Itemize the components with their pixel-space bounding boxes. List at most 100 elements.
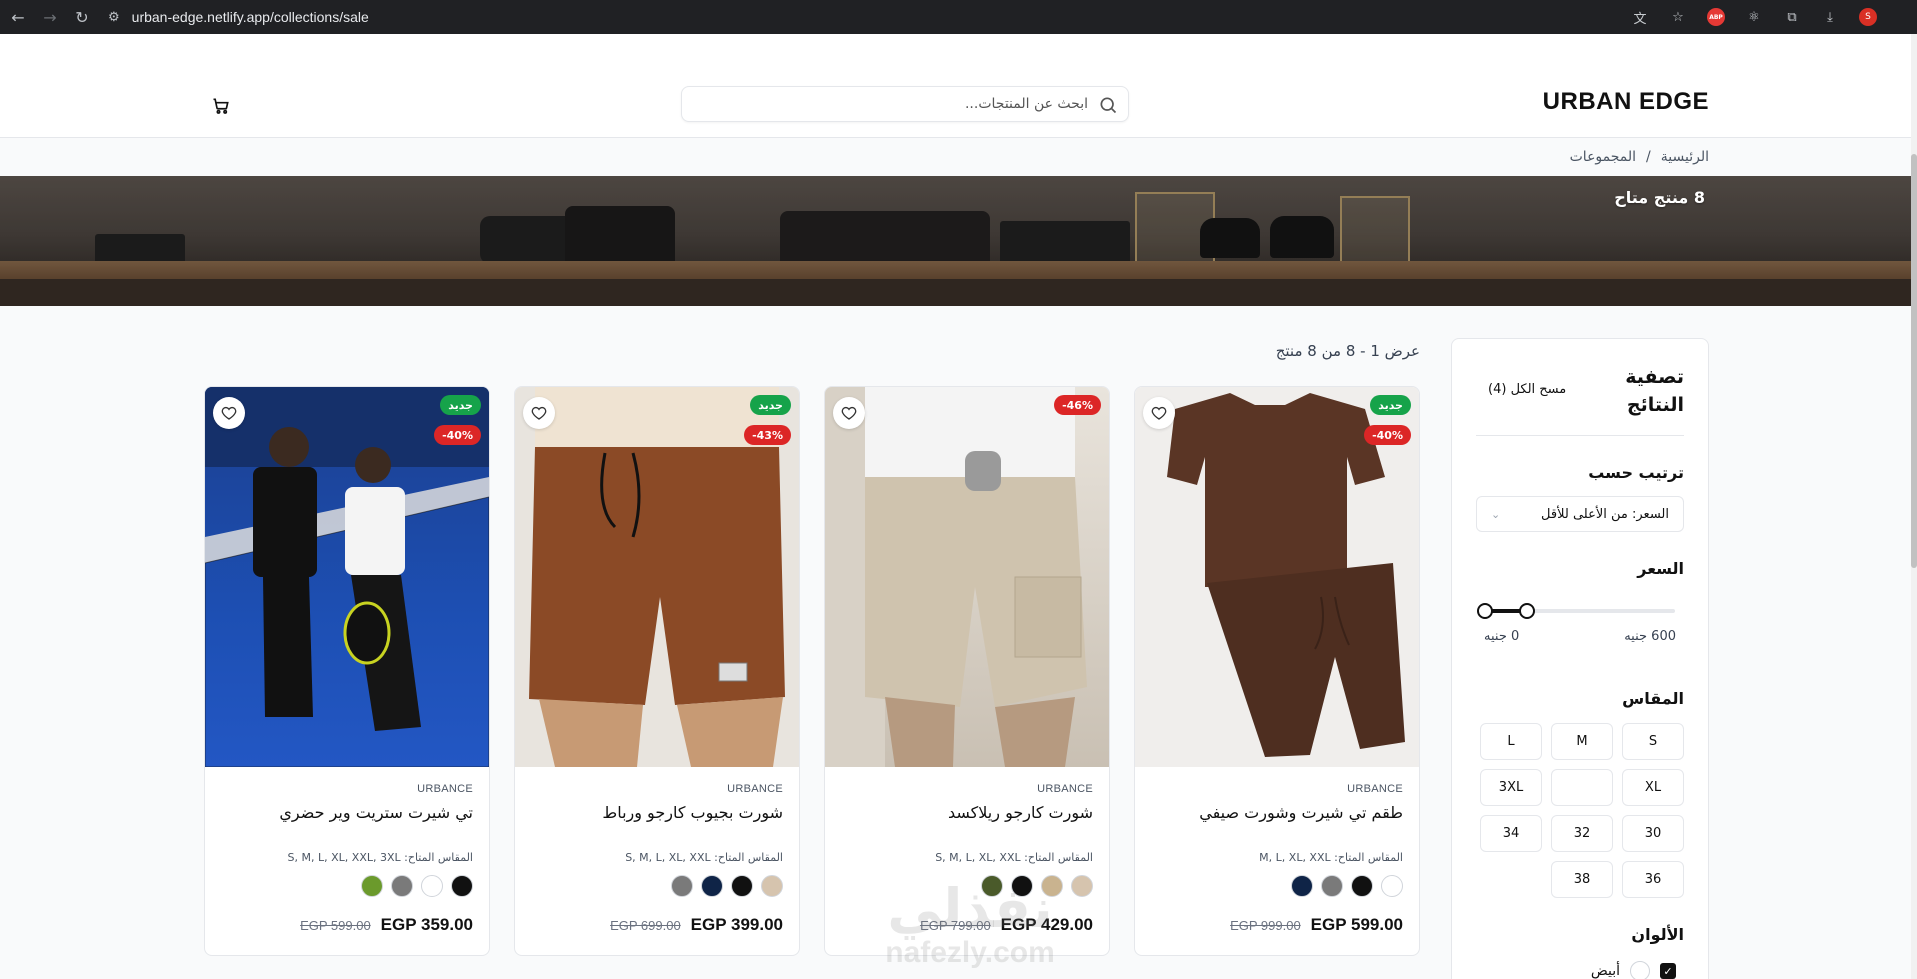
adblock-icon[interactable]: ABP (1707, 8, 1725, 26)
product-name[interactable]: تي شيرت ستريت وير حضري (279, 803, 473, 822)
site-logo[interactable]: URBAN EDGE (1543, 88, 1709, 116)
product-prices: EGP 429.00 EGP 799.00 (920, 915, 1093, 935)
translate-icon[interactable]: 文 (1631, 8, 1649, 27)
filter-divider (1476, 435, 1684, 436)
hero-banner: 8 منتج متاح (0, 176, 1913, 306)
color-white-label: أبيض (1590, 963, 1620, 979)
heart-icon[interactable] (833, 397, 865, 429)
size-option[interactable]: 36 (1622, 861, 1684, 898)
size-options: S M L XL 3XL 30 32 34 36 38 (1476, 723, 1684, 898)
color-swatch[interactable] (361, 875, 383, 897)
react-devtools-icon[interactable]: ⚛ (1745, 8, 1763, 26)
extensions-area: 文 ☆ ABP ⚛ ⧉ ⤓ S (1631, 0, 1877, 34)
product-brand: URBANCE (417, 783, 473, 795)
product-image[interactable]: جديد 43%- (515, 387, 799, 767)
heart-icon[interactable] (1143, 397, 1175, 429)
price-max-handle[interactable] (1518, 603, 1535, 619)
colors-label: الألوان (1631, 925, 1684, 944)
cart-icon[interactable] (211, 96, 231, 116)
extensions-icon[interactable]: ⧉ (1783, 8, 1801, 26)
size-option[interactable]: S (1622, 723, 1684, 760)
sort-value: السعر: من الأعلى للأقل (1541, 506, 1669, 522)
color-swatch[interactable] (671, 875, 693, 897)
back-arrow-icon[interactable]: ← (4, 3, 32, 31)
checkbox-checked-icon[interactable]: ✓ (1660, 963, 1676, 979)
product-price: EGP 399.00 (690, 915, 783, 934)
product-card[interactable]: جديد 43%- URBANCE شورت بجيوب كارجو ورباط… (514, 386, 800, 956)
product-image[interactable]: جديد 40%- (1135, 387, 1419, 767)
scrollbar-thumb[interactable] (1911, 154, 1917, 568)
price-min-value: 0 جنيه (1484, 629, 1520, 644)
available-products-count: 8 منتج متاح (1614, 188, 1705, 207)
search-input[interactable] (698, 87, 1088, 121)
new-badge: جديد (1370, 395, 1411, 415)
product-name[interactable]: شورت بجيوب كارجو ورباط (602, 803, 783, 822)
color-swatch[interactable] (761, 875, 783, 897)
forward-arrow-icon[interactable]: → (36, 3, 64, 31)
star-icon[interactable]: ☆ (1669, 8, 1687, 26)
price-min-handle[interactable] (1477, 603, 1493, 619)
size-option[interactable]: M (1551, 723, 1613, 760)
breadcrumb-home[interactable]: الرئيسية (1661, 149, 1709, 165)
size-option[interactable]: 32 (1551, 815, 1613, 852)
color-swatch[interactable] (1041, 875, 1063, 897)
product-brand: URBANCE (1037, 783, 1093, 795)
color-swatch[interactable] (1071, 875, 1093, 897)
profile-avatar[interactable]: S (1859, 8, 1877, 26)
size-option[interactable]: 30 (1622, 815, 1684, 852)
size-option[interactable]: XL (1622, 769, 1684, 806)
heart-icon[interactable] (213, 397, 245, 429)
heart-icon[interactable] (523, 397, 555, 429)
new-badge: جديد (750, 395, 791, 415)
discount-badge: 46%- (1054, 395, 1101, 415)
color-swatch[interactable] (391, 875, 413, 897)
product-image[interactable]: جديد 40%- (205, 387, 489, 767)
product-old-price: EGP 999.00 (1230, 918, 1301, 933)
color-swatch[interactable] (451, 875, 473, 897)
clear-filters-button[interactable]: مسح الكل (4) (1488, 382, 1566, 397)
color-swatch[interactable] (1011, 875, 1033, 897)
address-bar[interactable]: ⚙ urban-edge.netlify.app/collections/sal… (108, 4, 1588, 30)
product-brand: URBANCE (727, 783, 783, 795)
product-old-price: EGP 599.00 (300, 918, 371, 933)
color-swatch[interactable] (1351, 875, 1373, 897)
product-swatches (361, 875, 473, 897)
price-label: السعر (1637, 559, 1684, 578)
price-range-slider[interactable] (1477, 603, 1675, 619)
product-sizes: المقاس المتاح: S, M, L, XL, XXL, 3XL (287, 851, 473, 864)
product-swatches (981, 875, 1093, 897)
product-card[interactable]: جديد 40%- URBANCE طقم تي شيرت وشورت صيفي… (1134, 386, 1420, 956)
product-sizes: المقاس المتاح: S, M, L, XL, XXL (935, 851, 1093, 864)
color-swatch[interactable] (1321, 875, 1343, 897)
size-option[interactable]: 38 (1551, 861, 1613, 898)
color-option-white[interactable]: ✓ أبيض (1591, 961, 1676, 979)
download-icon[interactable]: ⤓ (1821, 8, 1839, 26)
product-prices: EGP 359.00 EGP 599.00 (300, 915, 473, 935)
sort-select[interactable]: السعر: من الأعلى للأقل ⌄ (1476, 496, 1684, 532)
product-prices: EGP 599.00 EGP 999.00 (1230, 915, 1403, 935)
page-scrollbar[interactable] (1911, 34, 1917, 979)
product-old-price: EGP 699.00 (610, 918, 681, 933)
size-option[interactable]: L (1480, 723, 1542, 760)
size-option[interactable] (1551, 769, 1613, 806)
product-image[interactable]: 46%- (825, 387, 1109, 767)
site-info-icon[interactable]: ⚙ (108, 9, 120, 25)
product-name[interactable]: شورت كارجو ريلاكسد (948, 803, 1093, 822)
reload-icon[interactable]: ↻ (68, 3, 96, 31)
color-swatch[interactable] (731, 875, 753, 897)
search-icon[interactable] (1098, 95, 1118, 115)
color-swatch[interactable] (421, 875, 443, 897)
breadcrumb-current: المجموعات (1569, 149, 1637, 165)
product-name[interactable]: طقم تي شيرت وشورت صيفي (1199, 803, 1403, 822)
color-swatch[interactable] (1381, 875, 1403, 897)
product-card[interactable]: 46%- URBANCE شورت كارجو ريلاكسد المقاس ا… (824, 386, 1110, 956)
color-swatch[interactable] (1291, 875, 1313, 897)
product-card[interactable]: جديد 40%- URBANCE تي شيرت ستريت وير حضري… (204, 386, 490, 956)
browser-toolbar: ← → ↻ ⚙ urban-edge.netlify.app/collectio… (0, 0, 1917, 34)
color-swatch[interactable] (701, 875, 723, 897)
size-option[interactable]: 34 (1480, 815, 1542, 852)
color-swatch[interactable] (981, 875, 1003, 897)
breadcrumb: الرئيسية / المجموعات (0, 138, 1917, 176)
size-option[interactable]: 3XL (1480, 769, 1542, 806)
filter-title: تصفية النتائج (1625, 366, 1684, 416)
